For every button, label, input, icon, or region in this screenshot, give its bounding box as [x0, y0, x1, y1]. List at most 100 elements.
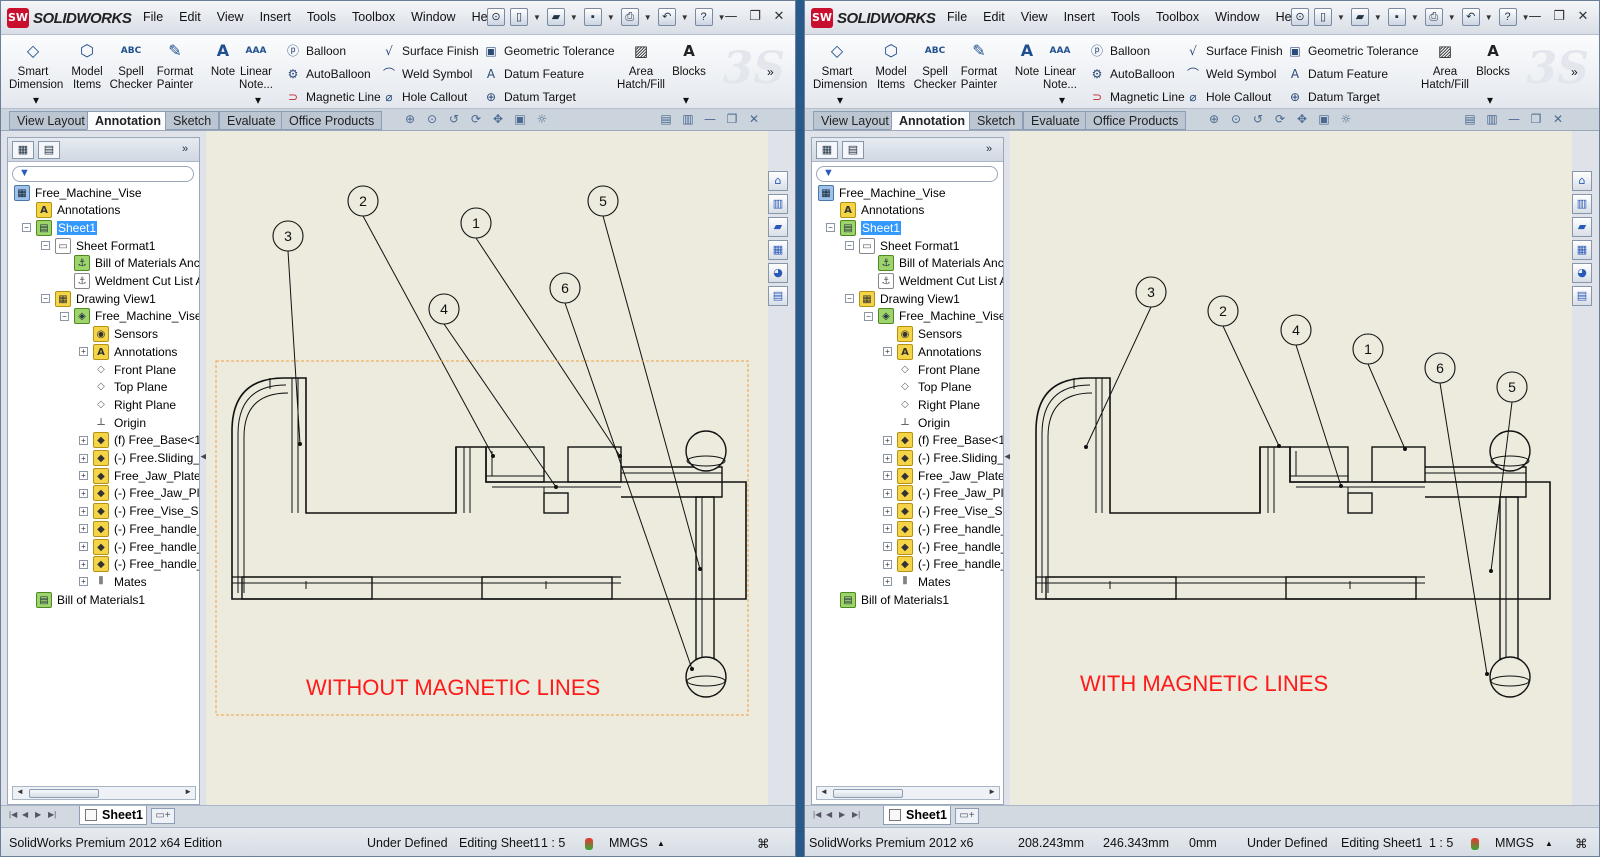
tree-node-sensors[interactable]: ◉ Sensors [883, 326, 962, 343]
chevron-up-icon[interactable]: ▲ [1545, 839, 1553, 848]
tree-node-f-free-base-1[interactable]: + ◆ (f) Free_Base<1> [79, 432, 199, 449]
scroll-left-icon[interactable]: ◄ [820, 787, 828, 796]
spell-checker-button[interactable]: ABC Spell Checker [107, 39, 155, 92]
datum-target-button[interactable]: ⊕ Datum Target [483, 89, 576, 105]
tag-icon[interactable]: ⌘ [1575, 836, 1588, 851]
chevron-down-icon[interactable]: ▾ [837, 93, 843, 107]
chevron-down-icon[interactable]: ▾ [33, 93, 39, 107]
view-settings-icon[interactable]: ☼ [1337, 112, 1355, 128]
expand-icon[interactable]: + [883, 524, 892, 534]
file-explorer-icon[interactable]: ▰ [1572, 217, 1592, 237]
magnetic-line-button[interactable]: ⊃ Magnetic Line [285, 89, 381, 105]
menu-item-file[interactable]: File [143, 10, 163, 24]
first-sheet-icon[interactable]: |◀ [813, 810, 823, 822]
datum-target-button[interactable]: ⊕ Datum Target [1287, 89, 1380, 105]
split-view-icon[interactable]: ▤ [1461, 112, 1479, 128]
chevron-down-icon[interactable]: ▾ [1487, 93, 1493, 107]
geometric-tolerance-button[interactable]: ▣ Geometric Tolerance [483, 43, 614, 59]
expand-icon[interactable]: + [79, 471, 88, 481]
prev-sheet-icon[interactable]: ◀ [826, 810, 836, 822]
pin-icon[interactable]: ⊙ [487, 8, 505, 26]
area-hatch-button[interactable]: ▨ Area Hatch/Fill [1419, 39, 1471, 92]
blocks-button[interactable]: A Blocks [1467, 39, 1519, 79]
tree-node-annotations[interactable]: + A Annotations [79, 343, 177, 360]
spell-checker-button[interactable]: ABC Spell Checker [911, 39, 959, 92]
magnetic-line-button[interactable]: ⊃ Magnetic Line [1089, 89, 1185, 105]
minimize-doc-button[interactable]: — [1505, 112, 1523, 128]
chevron-down-icon[interactable]: ▾ [1059, 93, 1065, 107]
custom-properties-icon[interactable]: ▤ [1572, 286, 1592, 306]
expand-icon[interactable]: + [79, 488, 88, 498]
autoballoon-button[interactable]: ⚙ AutoBalloon [1089, 66, 1175, 82]
minimize-doc-button[interactable]: — [701, 112, 719, 128]
pin-icon[interactable]: ⊙ [1291, 8, 1309, 26]
tag-icon[interactable]: ⌘ [757, 836, 770, 851]
collapse-icon[interactable]: − [826, 223, 835, 233]
menu-item-insert[interactable]: Insert [1064, 10, 1095, 24]
ribbon-overflow-icon[interactable]: » [1571, 65, 1578, 79]
open-folder-icon[interactable]: ▰ [546, 8, 565, 26]
chevron-down-icon[interactable]: ▼ [681, 13, 689, 22]
format-painter-button[interactable]: ✎ Format Painter [955, 39, 1003, 92]
tree-node-bill-of-materials1[interactable]: ▤ Bill of Materials1 [22, 591, 145, 608]
tile-icon[interactable]: ▥ [679, 112, 697, 128]
collapse-icon[interactable]: − [22, 223, 31, 233]
expand-icon[interactable]: + [79, 559, 88, 569]
tree-node-f-free-base-1[interactable]: + ◆ (f) Free_Base<1> [883, 432, 1003, 449]
zoom-area-icon[interactable]: ⊙ [1227, 112, 1245, 128]
geometric-tolerance-button[interactable]: ▣ Geometric Tolerance [1287, 43, 1418, 59]
undo-icon[interactable]: ↶ [1461, 8, 1480, 26]
menu-item-window[interactable]: Window [1215, 10, 1259, 24]
balloon-button[interactable]: ⓟ Balloon [1089, 43, 1150, 59]
first-sheet-icon[interactable]: |◀ [9, 810, 19, 822]
expand-icon[interactable]: + [79, 524, 88, 534]
hole-callout-button[interactable]: ⌀ Hole Callout [381, 89, 467, 105]
hole-callout-button[interactable]: ⌀ Hole Callout [1185, 89, 1271, 105]
scroll-right-icon[interactable]: ► [988, 787, 996, 796]
zoom-to-fit-icon[interactable]: ⊕ [1205, 112, 1223, 128]
solidworks-logo[interactable]: SW SOLIDWORKS [7, 8, 132, 28]
design-library-icon[interactable]: ▥ [1572, 194, 1592, 214]
chevron-down-icon[interactable]: ▼ [1337, 13, 1345, 22]
tab-evaluate[interactable]: Evaluate [1023, 111, 1088, 130]
print-icon[interactable]: ⎙ [620, 8, 639, 26]
display-style-icon[interactable]: ▣ [511, 112, 529, 128]
appearances-icon[interactable]: ◕ [768, 263, 788, 283]
expand-icon[interactable]: + [883, 542, 892, 551]
tree-node-annotations[interactable]: + A Annotations [883, 343, 981, 360]
tree-node-drawing-view1[interactable]: − ▦ Drawing View1 [845, 290, 960, 307]
prev-sheet-icon[interactable]: ◀ [22, 810, 32, 822]
close-doc-button[interactable]: ✕ [745, 112, 763, 128]
tree-node-right-plane[interactable]: ◇ Right Plane [79, 396, 176, 413]
design-library-icon[interactable]: ▥ [768, 194, 788, 214]
blocks-button[interactable]: A Blocks [663, 39, 715, 79]
menu-item-tools[interactable]: Tools [1111, 10, 1140, 24]
expand-icon[interactable]: + [883, 577, 892, 587]
solidworks-resources-icon[interactable]: ⌂ [768, 171, 788, 191]
format-painter-button[interactable]: ✎ Format Painter [151, 39, 199, 92]
menu-item-toolbox[interactable]: Toolbox [352, 10, 395, 24]
zoom-area-icon[interactable]: ⊙ [423, 112, 441, 128]
menu-item-file[interactable]: File [947, 10, 967, 24]
tree-node-top-plane[interactable]: ◇ Top Plane [79, 379, 167, 396]
tree-node-free-machine-vise-1[interactable]: −◈ Free_Machine_Vise<1 [864, 308, 1003, 325]
linear-note-button[interactable]: AAA Linear Note... [233, 39, 279, 92]
expand-icon[interactable]: + [883, 453, 892, 463]
tab-view-layout[interactable]: View Layout [9, 111, 93, 130]
tab-office-products[interactable]: Office Products [281, 111, 383, 130]
tree-node-weldment-cut-list-an[interactable]: ⚓ Weldment Cut List An [60, 273, 199, 290]
tree-node-free-machine-vise[interactable]: ▦ Free_Machine_Vise [818, 184, 946, 201]
view-palette-icon[interactable]: ▦ [768, 240, 788, 260]
sheet-tab[interactable]: Sheet1 [79, 806, 147, 825]
view-settings-icon[interactable]: ☼ [533, 112, 551, 128]
weld-symbol-button[interactable]: ⌒ Weld Symbol [1185, 66, 1277, 82]
expand-icon[interactable]: + [79, 453, 88, 463]
add-sheet-icon[interactable]: ▭+ [151, 808, 175, 824]
tree-node-free-handle-b[interactable]: + ◆ (-) Free_handle_b [883, 538, 1003, 555]
tree-node-free-handle-b[interactable]: + ◆ (-) Free_handle_b [883, 556, 1003, 573]
print-icon[interactable]: ⎙ [1424, 8, 1443, 26]
expand-icon[interactable]: + [883, 435, 892, 445]
tab-office-products[interactable]: Office Products [1085, 111, 1187, 130]
tree-node-free-vise-scre[interactable]: + ◆ (-) Free_Vise_Scre [883, 503, 1003, 520]
tree-node-free-jaw-plate-1[interactable]: + ◆ Free_Jaw_Plate<1 [79, 467, 199, 484]
